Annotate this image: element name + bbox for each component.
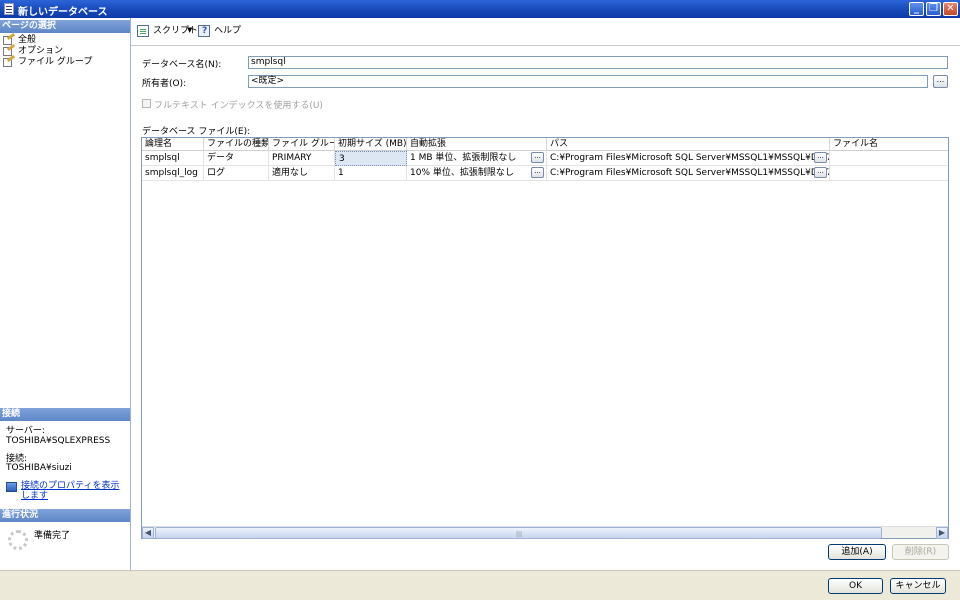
dialog-footer: OK キャンセル xyxy=(0,570,960,600)
page-icon xyxy=(3,54,16,67)
cell-initial-size[interactable]: 3 xyxy=(335,151,407,166)
new-database-dialog: 新しいデータベース _ ❐ ✕ ページの選択 全般 オプション ファイル グルー… xyxy=(0,0,960,600)
cancel-button[interactable]: キャンセル xyxy=(890,578,946,594)
left-panel: ページの選択 全般 オプション ファイル グループ 接続 サーバー: TOSHI… xyxy=(0,18,131,570)
path-text: C:¥Program Files¥Microsoft SQL Server¥MS… xyxy=(550,168,830,178)
autogrowth-text: 10% 単位、拡張制限なし xyxy=(410,168,514,178)
database-files-label: データベース ファイル(E): xyxy=(142,127,251,137)
remove-button[interactable]: 削除(R) xyxy=(892,544,949,560)
cell-path[interactable]: C:¥Program Files¥Microsoft SQL Server¥MS… xyxy=(547,166,830,181)
help-label: ヘルプ xyxy=(214,26,242,36)
title-bar: 新しいデータベース _ ❐ ✕ xyxy=(0,0,960,18)
scroll-left-icon[interactable]: ◀ xyxy=(142,527,154,539)
progress-header: 進行状況 xyxy=(0,509,130,522)
column-header[interactable]: 論理名 xyxy=(142,138,204,151)
scroll-thumb[interactable]: ||| xyxy=(155,527,882,539)
cell-filegroup[interactable]: PRIMARY xyxy=(269,151,335,166)
help-icon xyxy=(198,25,210,37)
cell-logical-name[interactable]: smplsql xyxy=(142,151,204,166)
fulltext-checkbox[interactable] xyxy=(142,99,151,108)
autogrowth-browse-button[interactable]: ... xyxy=(531,152,544,163)
owner-browse-button[interactable]: ... xyxy=(933,75,948,88)
path-text: C:¥Program Files¥Microsoft SQL Server¥MS… xyxy=(550,153,830,163)
select-page-header: ページの選択 xyxy=(0,20,130,33)
owner-label: 所有者(O): xyxy=(142,79,187,89)
cell-filegroup[interactable]: 適用なし xyxy=(269,166,335,181)
column-header[interactable]: ファイル グループ xyxy=(269,138,335,151)
fulltext-label: フルテキスト インデックスを使用する(U) xyxy=(154,101,323,111)
server-value: TOSHIBA¥SQLEXPRESS xyxy=(6,436,111,446)
close-button[interactable]: ✕ xyxy=(943,2,958,16)
page-filegroups[interactable]: ファイル グループ xyxy=(3,54,93,68)
path-browse-button[interactable]: ... xyxy=(814,152,827,163)
connection-properties-text: 接続のプロパティを表示します xyxy=(21,481,120,501)
minimize-button[interactable]: _ xyxy=(909,2,924,16)
add-button[interactable]: 追加(A) xyxy=(828,544,886,560)
connection-properties-icon xyxy=(6,482,17,492)
autogrowth-text: 1 MB 単位、拡張制限なし xyxy=(410,153,517,163)
progress-spinner-icon xyxy=(8,530,28,550)
cell-initial-size[interactable]: 1 xyxy=(335,166,407,181)
column-header[interactable]: 自動拡張 xyxy=(407,138,547,151)
scroll-right-icon[interactable]: ▶ xyxy=(936,527,948,539)
column-header[interactable]: パス xyxy=(547,138,830,151)
cell-file-name[interactable] xyxy=(830,151,948,166)
page-label: 全般 xyxy=(18,35,37,45)
owner-input[interactable]: <既定> xyxy=(248,75,928,88)
page-label: オプション xyxy=(18,46,64,56)
toolbar: スクリプト ▼ ヘルプ xyxy=(131,18,960,46)
script-dropdown-icon[interactable]: ▼ xyxy=(187,26,192,34)
column-header[interactable]: ファイルの種類 xyxy=(204,138,269,151)
cell-file-type[interactable]: データ xyxy=(204,151,269,166)
column-header[interactable]: ファイル名 xyxy=(830,138,948,151)
general-page: データベース名(N): smplsql 所有者(O): <既定> ... フルテ… xyxy=(131,46,960,570)
connection-value: TOSHIBA¥siuzi xyxy=(6,463,72,473)
maximize-button[interactable]: ❐ xyxy=(926,2,941,16)
cell-autogrowth[interactable]: 10% 単位、拡張制限なし ... xyxy=(407,166,547,181)
server-label: サーバー: xyxy=(6,426,45,436)
connection-properties-link[interactable]: 接続のプロパティを表示します xyxy=(6,481,126,501)
script-icon xyxy=(137,25,149,37)
horizontal-scrollbar[interactable]: ◀ ||| ▶ xyxy=(142,526,948,539)
column-header[interactable]: 初期サイズ (MB) xyxy=(335,138,407,151)
cell-logical-name[interactable]: smplsql_log xyxy=(142,166,204,181)
autogrowth-browse-button[interactable]: ... xyxy=(531,167,544,178)
page-label: ファイル グループ xyxy=(18,57,93,67)
database-name-label: データベース名(N): xyxy=(142,60,222,70)
cell-path[interactable]: C:¥Program Files¥Microsoft SQL Server¥MS… xyxy=(547,151,830,166)
cell-autogrowth[interactable]: 1 MB 単位、拡張制限なし ... xyxy=(407,151,547,166)
window-title: 新しいデータベース xyxy=(18,7,108,18)
database-name-input[interactable]: smplsql xyxy=(248,56,948,69)
status-text: 準備完了 xyxy=(34,531,71,541)
database-files-grid[interactable]: 論理名 ファイルの種類 ファイル グループ 初期サイズ (MB) 自動拡張 パス… xyxy=(141,137,949,539)
window-icon xyxy=(4,3,14,15)
help-button[interactable]: ヘルプ xyxy=(198,25,241,37)
cell-file-name[interactable] xyxy=(830,166,948,181)
path-browse-button[interactable]: ... xyxy=(814,167,827,178)
ok-button[interactable]: OK xyxy=(828,578,883,594)
connection-header: 接続 xyxy=(0,408,130,421)
cell-file-type[interactable]: ログ xyxy=(204,166,269,181)
